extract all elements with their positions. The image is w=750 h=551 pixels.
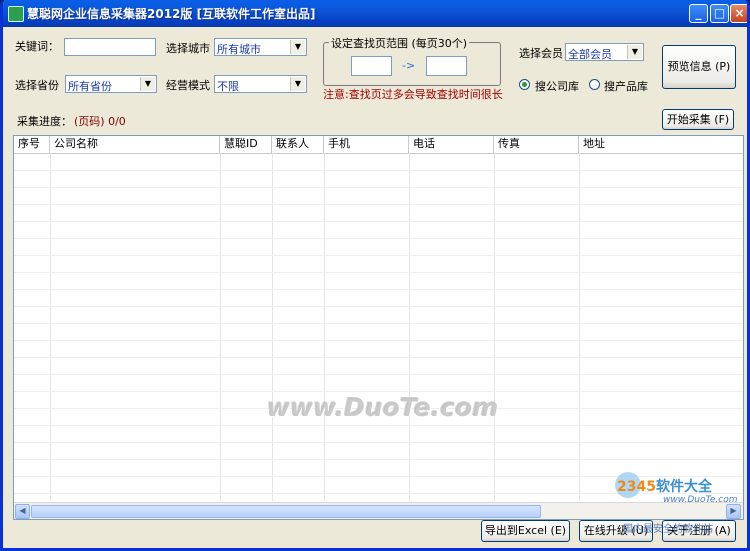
grid-row-line [14,442,743,443]
maximize-button[interactable]: □ [710,4,729,23]
title-bar[interactable]: 慧聪网企业信息采集器2012版 [互联软件工作室出品] _ □ × [3,0,747,27]
brand-logo: 2345软件大全 [617,476,712,496]
arrow-right-icon: -> [402,59,416,72]
chevron-down-icon: ▼ [290,40,305,54]
scroll-thumb[interactable] [31,505,541,518]
main-window: 慧聪网企业信息采集器2012版 [互联软件工作室出品] _ □ × 关键词： 选… [0,0,750,551]
chevron-down-icon: ▼ [290,77,305,91]
grid-row-line [14,204,743,205]
col-header-mobile[interactable]: 手机 [324,136,409,153]
client-area: 关键词： 选择城市 所有城市 ▼ 选择省份 所有省份 ▼ 经营模式 不限 ▼ 设… [3,27,747,548]
col-header-contact[interactable]: 联系人 [272,136,324,153]
maximize-icon: □ [713,6,726,20]
member-label: 选择会员 [519,47,563,60]
city-select-value: 所有城市 [217,43,261,56]
page-range-title: 设定查找页范围 (每页30个) [329,35,470,51]
grid-row-line [14,340,743,341]
keyword-input[interactable] [64,38,156,56]
radio-company[interactable] [519,79,530,90]
province-label: 选择省份 [15,79,59,92]
province-select[interactable]: 所有省份 ▼ [65,75,157,93]
horizontal-scrollbar[interactable]: ◀ ▶ [14,502,743,519]
brand-text: 软件大全 [655,479,712,495]
grid-row-line [14,459,743,460]
grid-row-line [14,323,743,324]
preview-button[interactable]: 预览信息 (P) [662,45,736,89]
col-header-hcid[interactable]: 慧聪ID [220,136,272,153]
grid-row-line [14,374,743,375]
grid-column-line [579,153,580,501]
radio-selected-dot [522,82,527,87]
radio-product-label: 搜产品库 [604,80,648,93]
notice-text: 注意:查找页过多会导致查找时间很长 [323,88,503,101]
grid-column-line [494,153,495,501]
close-button[interactable]: × [730,4,747,23]
grid-column-line [324,153,325,501]
city-select[interactable]: 所有城市 ▼ [214,38,307,56]
col-header-fax[interactable]: 传真 [494,136,579,153]
brand-caption: 国内最安全的软件站 [623,524,713,535]
scroll-right-icon[interactable]: ▶ [726,504,741,519]
brand-url: www.DuoTe.com [663,495,738,505]
grid-row-line [14,255,743,256]
col-header-company[interactable]: 公司名称 [50,136,220,153]
grid-row-line [14,170,743,171]
app-icon [8,6,24,22]
table-header: 序号 公司名称 慧聪ID 联系人 手机 电话 传真 地址 [14,136,743,154]
minimize-button[interactable]: _ [689,4,708,23]
mode-select-value: 不限 [217,80,239,93]
grid-column-line [409,153,410,501]
grid-row-line [14,357,743,358]
export-excel-button[interactable]: 导出到Excel (E) [481,520,570,542]
grid-row-line [14,238,743,239]
grid-column-line [50,153,51,501]
close-icon: × [734,6,745,20]
mode-label: 经营模式 [166,79,210,92]
scroll-left-icon[interactable]: ◀ [15,504,30,519]
start-button[interactable]: 开始采集 (F) [662,109,734,130]
col-header-phone[interactable]: 电话 [409,136,494,153]
chevron-down-icon: ▼ [627,45,642,59]
grid-row-line [14,425,743,426]
progress-value: (页码) 0/0 [74,115,126,128]
brand-number: 2345 [617,479,656,495]
radio-product[interactable] [589,79,600,90]
grid-row-line [14,391,743,392]
col-header-address[interactable]: 地址 [579,136,743,153]
grid-row-line [14,221,743,222]
results-table[interactable]: 序号 公司名称 慧聪ID 联系人 手机 电话 传真 地址 www.DuoTe.c… [13,135,744,520]
chevron-down-icon: ▼ [140,77,155,91]
grid-column-line [272,153,273,501]
keyword-label: 关键词： [15,40,59,53]
grid-column-line [220,153,221,501]
grid-row-line [14,289,743,290]
page-to-input[interactable] [426,56,467,76]
grid-row-line [14,272,743,273]
member-select-value: 全部会员 [568,48,612,61]
col-header-index[interactable]: 序号 [14,136,50,153]
minimize-icon: _ [695,6,702,20]
window-title: 慧聪网企业信息采集器2012版 [互联软件工作室出品] [27,7,316,21]
mode-select[interactable]: 不限 ▼ [214,75,307,93]
radio-company-label: 搜公司库 [535,80,579,93]
province-select-value: 所有省份 [68,80,112,93]
member-select[interactable]: 全部会员 ▼ [565,43,644,61]
progress-label: 采集进度： [17,115,72,128]
page-from-input[interactable] [351,56,392,76]
city-label: 选择城市 [166,42,210,55]
grid-row-line [14,187,743,188]
watermark-text: www.DuoTe.com [267,393,499,422]
grid-row-line [14,306,743,307]
